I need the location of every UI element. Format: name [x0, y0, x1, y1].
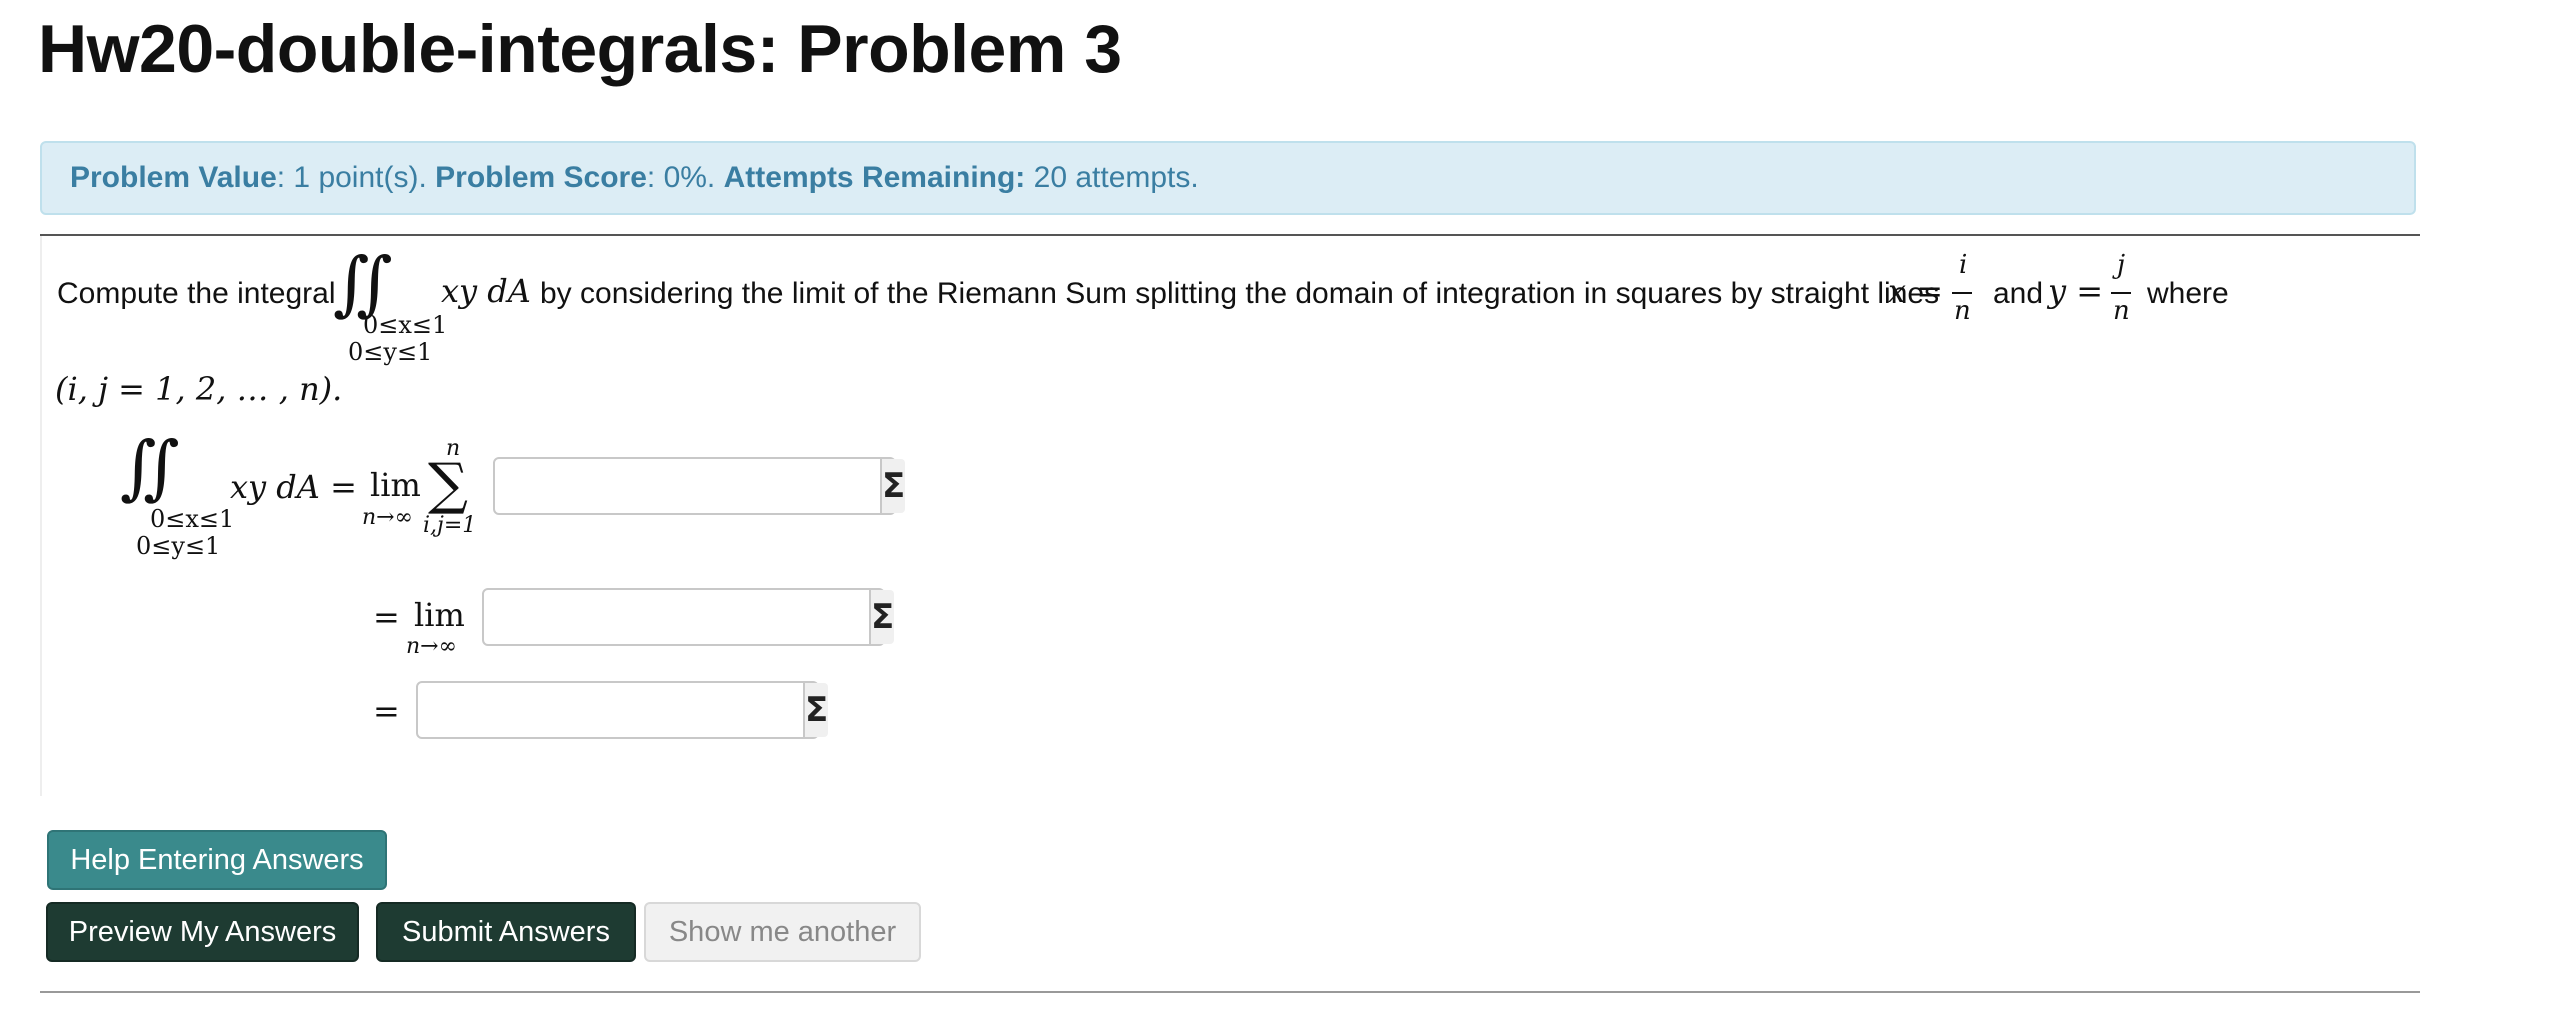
integral-bound-y: 0≤y≤1 — [136, 532, 221, 560]
summation-sign: ∑ — [428, 452, 468, 517]
help-entering-answers-button[interactable]: Help Entering Answers — [47, 830, 387, 890]
frac-j-denominator: n — [2113, 296, 2130, 326]
x-equals: x = — [1888, 272, 1944, 310]
problem-bottom-divider — [40, 991, 2420, 993]
answer-input-3[interactable] — [418, 683, 803, 737]
double-integral-sign: ∬ — [333, 242, 393, 324]
problem-left-border — [40, 236, 42, 796]
problem-top-divider — [40, 234, 2420, 236]
problem-score-label: Problem Score — [435, 161, 647, 194]
where-text: where — [2147, 277, 2229, 310]
and-text: and — [1993, 277, 2044, 310]
equation-editor-button-1[interactable]: Σ — [880, 459, 906, 513]
attempts-remaining-label: Attempts Remaining: — [723, 161, 1026, 194]
y-equals: y = — [2048, 272, 2104, 310]
submit-answers-button[interactable]: Submit Answers — [376, 902, 636, 962]
integral-bound-x: 0≤x≤1 — [363, 311, 448, 339]
lhs-integrand: xy dA = — [230, 468, 357, 506]
problem-description: by considering the limit of the Riemann … — [540, 277, 1940, 310]
frac-i-numerator: i — [1959, 250, 1968, 280]
fraction-bar — [1952, 292, 1972, 294]
problem-value: : 1 point(s). — [276, 161, 436, 194]
attempts-remaining: 20 attempts. — [1025, 161, 1199, 194]
problem-info-bar: Problem Value: 1 point(s). Problem Score… — [40, 141, 2416, 215]
equation-editor-button-3[interactable]: Σ — [803, 683, 829, 737]
show-me-another-button[interactable]: Show me another — [644, 902, 921, 962]
preview-answers-button[interactable]: Preview My Answers — [46, 902, 359, 962]
limit-subscript: n→∞ — [406, 634, 457, 659]
limit-label: lim — [414, 596, 465, 634]
equals-sign: = — [373, 692, 400, 730]
fraction-bar — [2111, 292, 2131, 294]
equation-editor-button-2[interactable]: Σ — [869, 590, 895, 644]
integrand: xy dA — [441, 272, 531, 310]
limit-label: lim — [370, 466, 421, 504]
frac-j-numerator: j — [2117, 250, 2126, 280]
problem-score: : 0%. — [646, 161, 724, 194]
answer-box-1: Σ — [493, 457, 906, 515]
answer-input-2[interactable] — [484, 590, 869, 644]
problem-value-label: Problem Value — [70, 161, 277, 194]
equals-sign: = — [373, 598, 400, 636]
index-range: (i, j = 1, 2, … , n). — [55, 370, 343, 408]
page-title: Hw20-double-integrals: Problem 3 — [38, 11, 1122, 87]
double-integral-sign: ∬ — [120, 426, 180, 508]
integral-bound-y: 0≤y≤1 — [348, 338, 433, 366]
integral-bound-x: 0≤x≤1 — [150, 505, 235, 533]
answer-box-2: Σ — [482, 588, 895, 646]
limit-subscript: n→∞ — [362, 505, 413, 530]
sum-lower-limit: i,j=1 — [423, 513, 477, 538]
problem-intro: Compute the integral — [57, 277, 336, 310]
answer-box-3: Σ — [416, 681, 829, 739]
frac-i-denominator: n — [1954, 296, 1971, 326]
answer-input-1[interactable] — [495, 459, 880, 513]
